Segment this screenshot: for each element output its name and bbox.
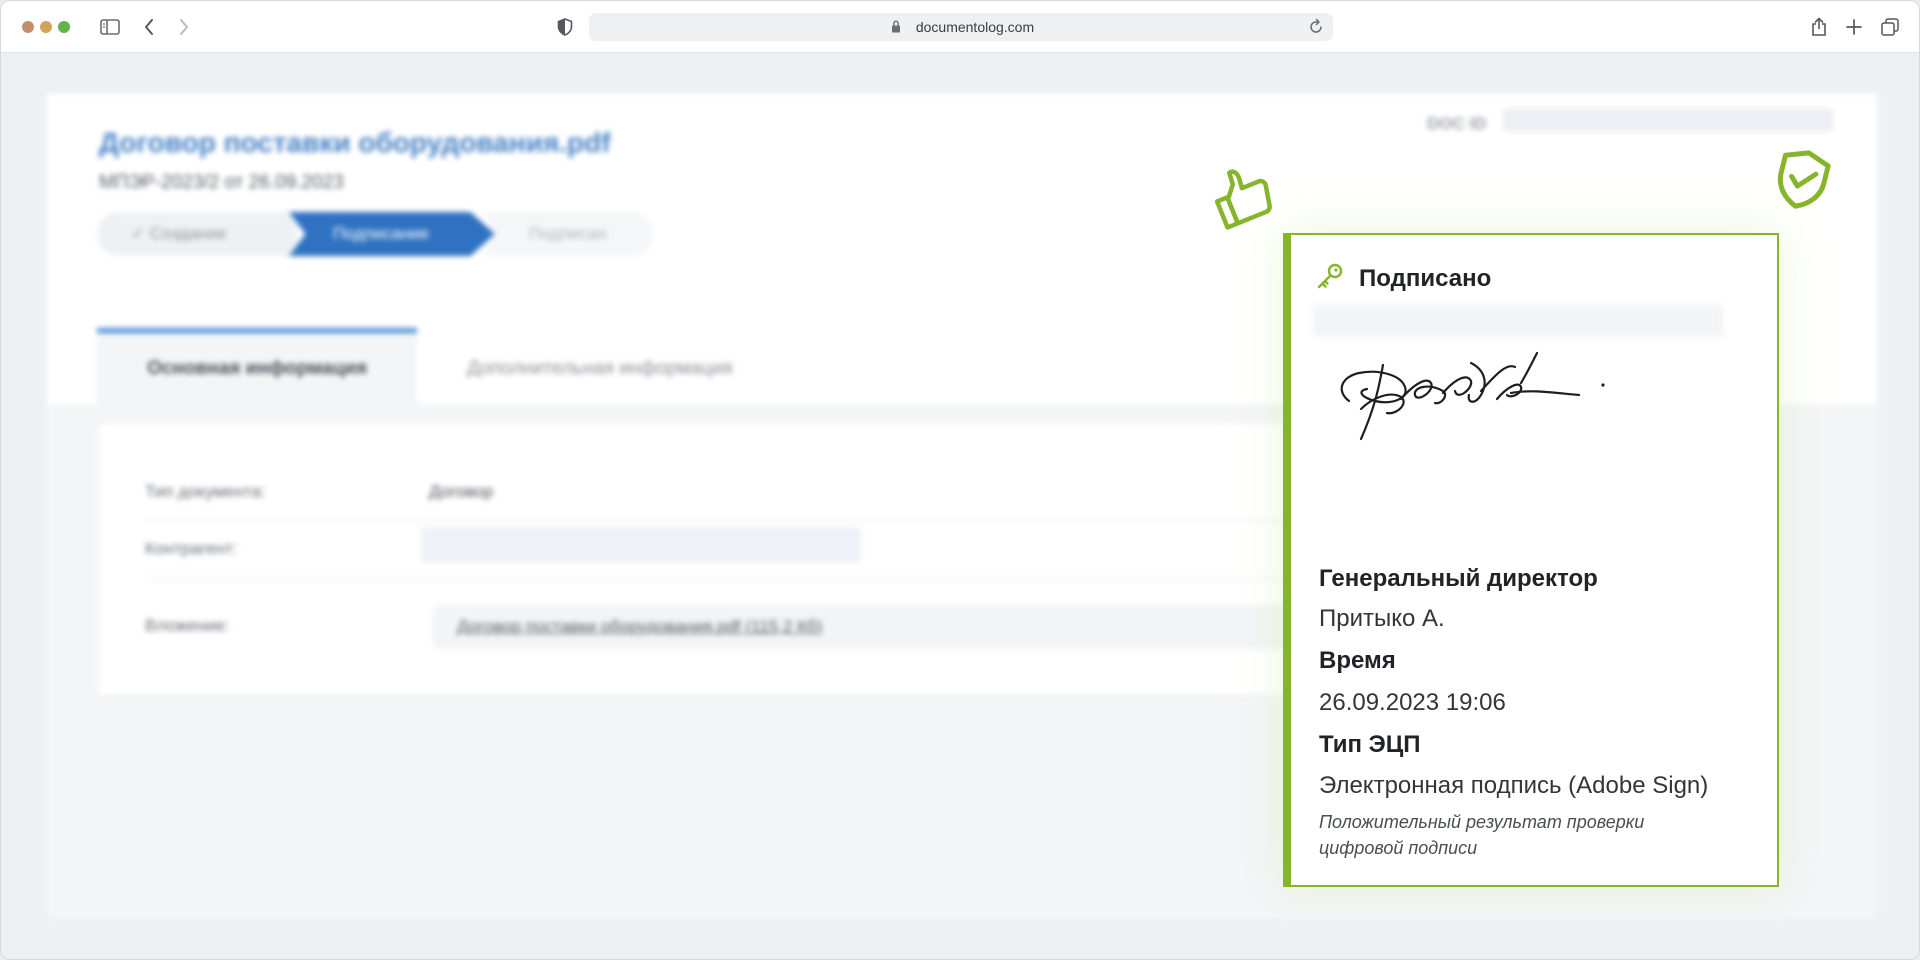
signer-position: Генеральный директор <box>1319 565 1598 592</box>
sidebar-icon[interactable] <box>98 15 122 39</box>
verification-note: Положительный результат проверки цифрово… <box>1319 812 1645 858</box>
tab-additional-info[interactable]: Дополнительная информация <box>467 333 733 404</box>
attachment-link[interactable]: Договор поставки оборудования.pdf (115,2… <box>457 617 822 637</box>
signature-card: Подписано Генеральный директор Притыко А… <box>1283 233 1779 887</box>
window-minimize-button[interactable] <box>40 21 52 33</box>
signature-status: Подписано <box>1359 264 1492 292</box>
handwritten-signature <box>1331 343 1631 468</box>
attachment-label: Вложение: <box>145 616 230 635</box>
thumbs-up-icon <box>1211 161 1277 236</box>
row-divider <box>145 578 1285 579</box>
step-signed: Подписан <box>483 212 653 256</box>
doc-type-label: Тип документа: <box>145 482 266 501</box>
doc-id-label: DOC ID <box>1427 114 1487 133</box>
browser-window: documentolog.com Договор поставки оборуд… <box>0 0 1920 960</box>
time-value: 26.09.2023 19:06 <box>1319 689 1506 716</box>
doc-type-value: Договор <box>429 482 494 501</box>
signer-name: Притыко А. <box>1319 605 1445 632</box>
signature-type-value: Электронная подпись (Adobe Sign) <box>1319 772 1709 799</box>
counterparty-value <box>421 527 861 563</box>
shield-check-icon <box>1771 147 1833 218</box>
document-subtitle: МПЭР-2023/2 от 26.09.2023 <box>99 172 344 193</box>
row-divider <box>145 520 1285 521</box>
document-title[interactable]: Договор поставки оборудования.pdf <box>99 127 611 159</box>
key-icon <box>1315 261 1345 296</box>
back-arrow-icon[interactable] <box>137 15 161 39</box>
counterparty-label: Контрагент: <box>145 539 238 558</box>
forward-arrow-icon[interactable] <box>172 15 196 39</box>
signature-type-label: Тип ЭЦП <box>1319 731 1421 758</box>
tab-overview-icon[interactable] <box>1878 15 1902 39</box>
address-bar[interactable]: documentolog.com <box>589 13 1333 41</box>
privacy-shield-icon[interactable] <box>553 15 577 39</box>
share-icon[interactable] <box>1807 15 1831 39</box>
time-label: Время <box>1319 647 1396 674</box>
attachment-box: Договор поставки оборудования.pdf (115,2… <box>433 605 1293 649</box>
signature-header: Подписано <box>1315 261 1491 296</box>
browser-toolbar: documentolog.com <box>1 1 1919 53</box>
step-created: ✓ Создание <box>97 212 297 256</box>
window-maximize-button[interactable] <box>58 21 70 33</box>
step-signing: Подписание <box>289 212 495 256</box>
new-tab-plus-icon[interactable] <box>1842 15 1866 39</box>
address-url[interactable]: documentolog.com <box>589 19 1333 35</box>
window-close-button[interactable] <box>22 21 34 33</box>
tab-main-info[interactable]: Основная информация <box>97 333 417 404</box>
doc-id-value <box>1503 108 1833 132</box>
reload-icon[interactable] <box>1309 18 1323 39</box>
signature-id-strip <box>1313 305 1723 337</box>
info-card: Тип документа: Договор Контрагент: Вложе… <box>99 424 1309 694</box>
